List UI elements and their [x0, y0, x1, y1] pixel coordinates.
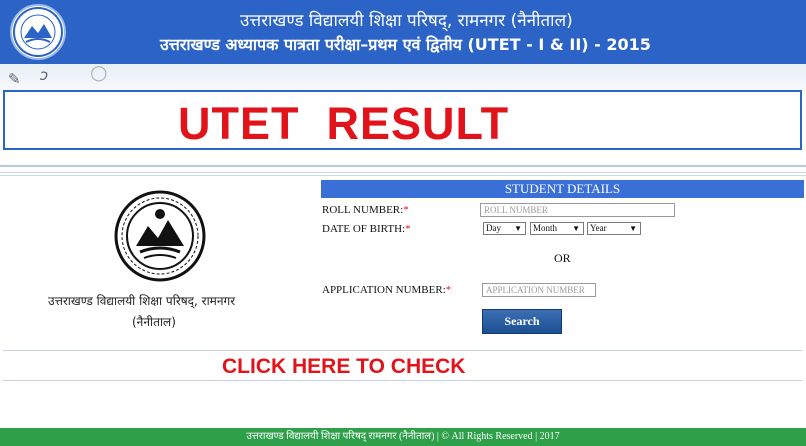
application-number-input[interactable]: APPLICATION NUMBER — [482, 283, 596, 297]
application-number-label: APPLICATION NUMBER:* — [322, 284, 452, 296]
board-caption-location: (नैनीताल) — [132, 315, 176, 329]
board-title: उत्तराखण्ड विद्यालयी शिक्षा परिषद्, रामन… — [240, 11, 573, 31]
or-separator: OR — [554, 251, 571, 265]
banner-title: UTET RESULT — [178, 98, 510, 149]
exam-title: उत्तराखण्ड अध्यापक पात्रता परीक्षा–प्रथम… — [160, 35, 651, 54]
search-button[interactable]: Search — [482, 309, 562, 334]
footer-bar: उत्तराखण्ड विद्यालयी शिक्षा परिषद् रामनग… — [0, 428, 806, 446]
dob-year-select[interactable]: Year ▼ — [587, 222, 641, 235]
divider — [0, 165, 806, 167]
roll-number-input[interactable]: ROLL NUMBER — [480, 203, 675, 217]
dob-day-select[interactable]: Day ▼ — [483, 222, 526, 235]
board-seal-icon — [114, 190, 206, 282]
roll-number-label: ROLL NUMBER:* — [322, 204, 409, 216]
dob-label: DATE OF BIRTH:* — [322, 223, 411, 235]
divider — [0, 172, 806, 173]
student-details-header: STUDENT DETAILS — [321, 180, 804, 198]
header-bar: उत्तराखण्ड विद्यालयी शिक्षा परिषद्, रामन… — [0, 0, 806, 64]
dob-month-select[interactable]: Month ▼ — [530, 222, 584, 235]
divider — [0, 175, 806, 176]
decorative-strip: ✎ ɔ ○ — [0, 64, 806, 90]
board-caption: उत्तराखण्ड विद्यालयी शिक्षा परिषद्, रामन… — [48, 294, 236, 308]
click-here-link[interactable]: CLICK HERE TO CHECK — [222, 355, 465, 379]
board-logo-icon — [10, 4, 66, 60]
